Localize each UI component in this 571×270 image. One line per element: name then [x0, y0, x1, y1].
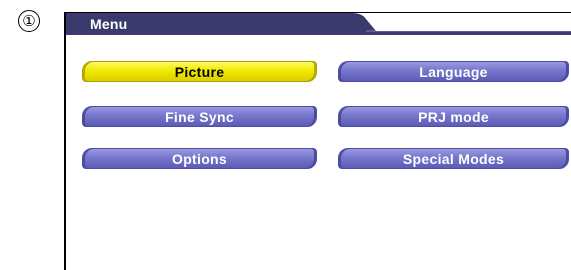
step-marker: ① — [18, 10, 40, 32]
fine-sync-button[interactable]: Fine Sync — [82, 106, 317, 127]
prj-mode-button[interactable]: PRJ mode — [338, 106, 569, 127]
menu-tab-label: Menu — [90, 16, 128, 32]
menu-panel: Menu Picture Language Fine Sync PRJ mode… — [64, 12, 571, 270]
picture-button[interactable]: Picture — [82, 61, 317, 82]
options-button[interactable]: Options — [82, 148, 317, 169]
menu-tab[interactable] — [66, 13, 571, 37]
language-button[interactable]: Language — [338, 61, 569, 82]
special-modes-button[interactable]: Special Modes — [338, 148, 569, 169]
